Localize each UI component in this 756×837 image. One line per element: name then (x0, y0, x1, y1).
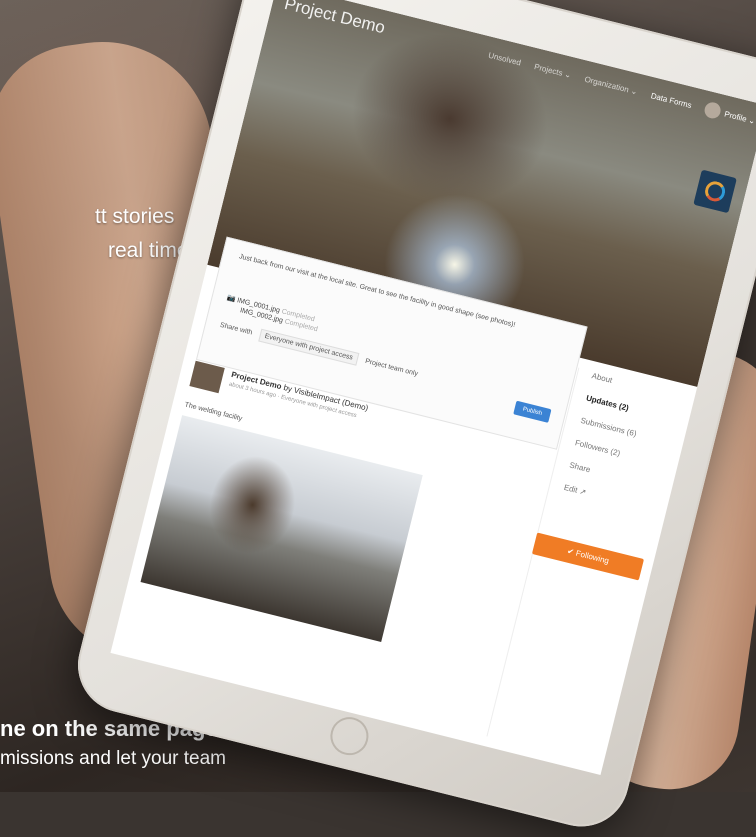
share-options: Share with Everyone with project access … (218, 319, 425, 382)
profile-menu[interactable]: Profile ⌄ (703, 100, 756, 129)
update-photo[interactable] (140, 415, 423, 643)
avatar (703, 100, 723, 121)
profile-label: Profile ⌄ (723, 109, 756, 126)
share-team-radio[interactable]: Project team only (364, 358, 418, 378)
nav-unsolved[interactable]: Unsolved (487, 50, 522, 67)
overlay-line-1: tt stories (95, 205, 175, 228)
share-everyone-radio[interactable]: Everyone with project access (258, 328, 360, 366)
following-button[interactable]: ✔ Following (531, 532, 645, 581)
visibleimpact-logo (693, 169, 737, 214)
share-label: Share with (219, 321, 253, 337)
nav-data-forms[interactable]: Data Forms (650, 91, 693, 110)
nav-projects[interactable]: Projects ⌄ (533, 62, 572, 80)
publish-button[interactable]: Publish (513, 400, 552, 423)
nav-organization[interactable]: Organization ⌄ (584, 74, 639, 96)
marketing-subline: missions and let your team (0, 748, 226, 769)
